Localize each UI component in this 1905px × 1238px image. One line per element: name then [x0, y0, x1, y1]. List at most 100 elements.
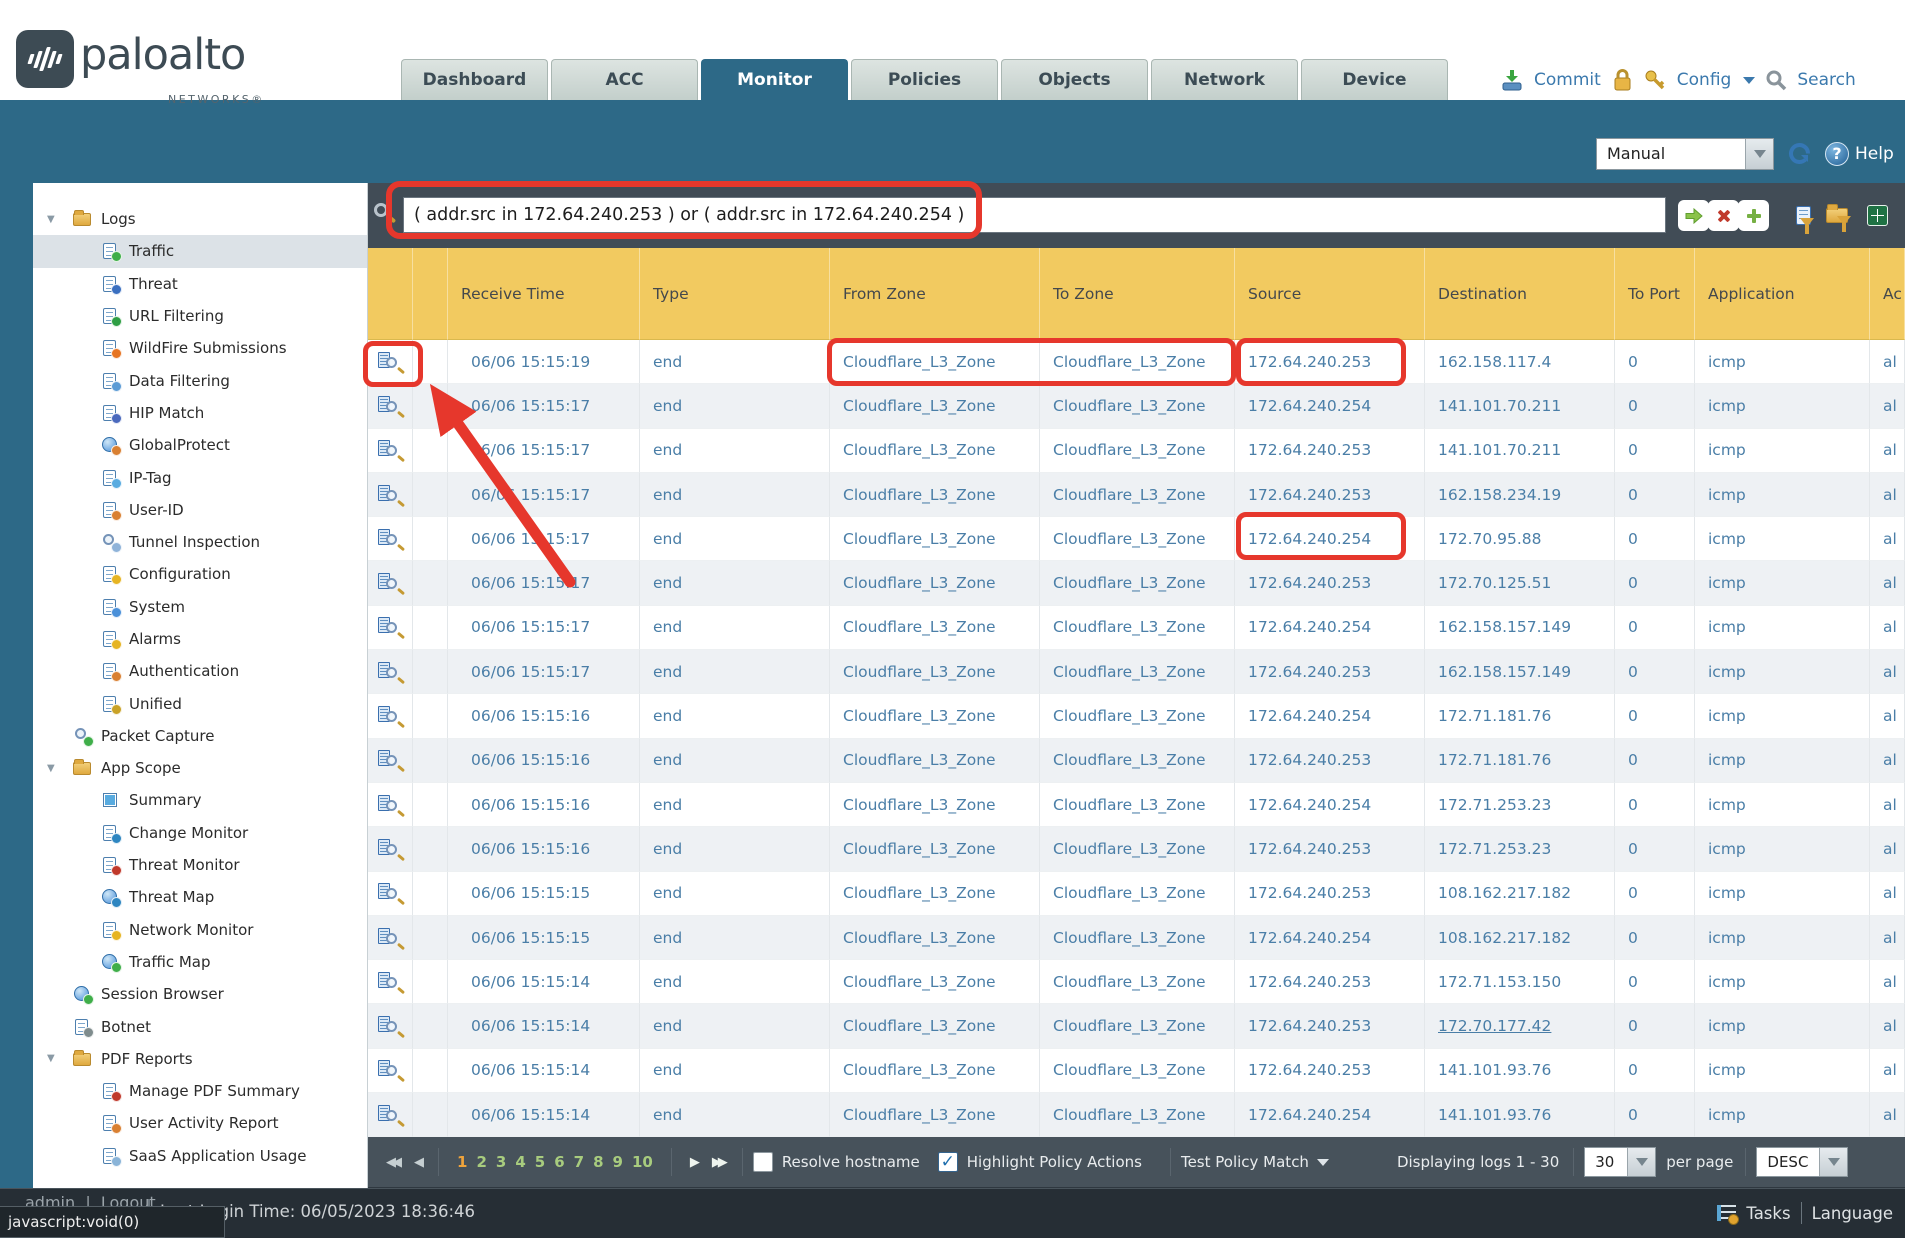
log-detail-cell[interactable]	[368, 606, 413, 650]
tab-monitor[interactable]: Monitor	[701, 59, 848, 100]
tab-objects[interactable]: Objects	[1001, 59, 1148, 100]
help-button[interactable]: ? Help	[1825, 142, 1894, 166]
cell-to_zone[interactable]: Cloudflare_L3_Zone	[1040, 1093, 1235, 1137]
page-7[interactable]: 7	[574, 1153, 584, 1171]
cell-application[interactable]: icmp	[1695, 827, 1870, 871]
cell-receive_time[interactable]: 06/06 15:15:14	[448, 960, 640, 1004]
cell-from_zone[interactable]: Cloudflare_L3_Zone	[830, 739, 1040, 783]
sidebar-item-change-monitor[interactable]: Change Monitor	[33, 817, 367, 849]
cell-from_zone[interactable]: Cloudflare_L3_Zone	[830, 1049, 1040, 1093]
sidebar-item-logs[interactable]: ▼Logs	[33, 203, 367, 235]
cell-to_port[interactable]: 0	[1615, 1049, 1695, 1093]
cell-action[interactable]: al	[1870, 694, 1905, 738]
log-detail-cell[interactable]	[368, 384, 413, 428]
cell-receive_time[interactable]: 06/06 15:15:17	[448, 517, 640, 561]
cell-destination[interactable]: 162.158.117.4	[1425, 340, 1615, 384]
cell-to_zone[interactable]: Cloudflare_L3_Zone	[1040, 340, 1235, 384]
cell-receive_time[interactable]: 06/06 15:15:19	[448, 340, 640, 384]
cell-action[interactable]: al	[1870, 783, 1905, 827]
log-detail-cell[interactable]	[368, 429, 413, 473]
tab-policies[interactable]: Policies	[851, 59, 998, 100]
expand-arrow-icon[interactable]: ▼	[47, 763, 55, 774]
cell-type[interactable]: end	[640, 827, 830, 871]
page-8[interactable]: 8	[593, 1153, 603, 1171]
sidebar-item-unified[interactable]: Unified	[33, 687, 367, 719]
cell-to_port[interactable]: 0	[1615, 960, 1695, 1004]
cell-from_zone[interactable]: Cloudflare_L3_Zone	[830, 473, 1040, 517]
sidebar-item-wildfire-submissions[interactable]: WildFire Submissions	[33, 332, 367, 364]
cell-destination[interactable]: 172.71.253.23	[1425, 783, 1615, 827]
tab-network[interactable]: Network	[1151, 59, 1298, 100]
export-csv-button[interactable]	[1860, 199, 1894, 231]
cell-to_zone[interactable]: Cloudflare_L3_Zone	[1040, 517, 1235, 561]
cell-receive_time[interactable]: 06/06 15:15:16	[448, 827, 640, 871]
cell-to_port[interactable]: 0	[1615, 694, 1695, 738]
page-6[interactable]: 6	[554, 1153, 564, 1171]
expand-arrow-icon[interactable]: ▼	[47, 214, 55, 225]
cell-type[interactable]: end	[640, 739, 830, 783]
filter-query-input[interactable]	[403, 197, 1666, 233]
cell-destination[interactable]: 141.101.93.76	[1425, 1093, 1615, 1137]
cell-source[interactable]: 172.64.240.253	[1235, 872, 1425, 916]
cell-action[interactable]: al	[1870, 517, 1905, 561]
log-detail-magnifier-icon[interactable]	[378, 485, 402, 505]
cell-from_zone[interactable]: Cloudflare_L3_Zone	[830, 606, 1040, 650]
tab-dashboard[interactable]: Dashboard	[401, 59, 548, 100]
cell-type[interactable]: end	[640, 1093, 830, 1137]
cell-destination[interactable]: 141.101.70.211	[1425, 384, 1615, 428]
cell-type[interactable]: end	[640, 429, 830, 473]
log-detail-magnifier-icon[interactable]	[378, 883, 402, 903]
cell-action[interactable]: al	[1870, 960, 1905, 1004]
cell-action[interactable]: al	[1870, 340, 1905, 384]
cell-destination[interactable]: 172.71.181.76	[1425, 739, 1615, 783]
cell-action[interactable]: al	[1870, 739, 1905, 783]
log-detail-cell[interactable]	[368, 561, 413, 605]
cell-application[interactable]: icmp	[1695, 916, 1870, 960]
config-button[interactable]: Config	[1677, 70, 1732, 90]
cell-application[interactable]: icmp	[1695, 650, 1870, 694]
page-2[interactable]: 2	[476, 1153, 486, 1171]
cell-destination[interactable]: 162.158.157.149	[1425, 606, 1615, 650]
cell-to_port[interactable]: 0	[1615, 340, 1695, 384]
page-9[interactable]: 9	[613, 1153, 623, 1171]
column-header-type[interactable]: Type	[640, 248, 830, 340]
cell-destination[interactable]: 162.158.234.19	[1425, 473, 1615, 517]
sidebar-item-globalprotect[interactable]: GlobalProtect	[33, 429, 367, 461]
cell-application[interactable]: icmp	[1695, 340, 1870, 384]
log-detail-cell[interactable]	[368, 340, 413, 384]
cell-destination[interactable]: 172.70.125.51	[1425, 561, 1615, 605]
cell-application[interactable]: icmp	[1695, 1004, 1870, 1048]
cell-source[interactable]: 172.64.240.254	[1235, 606, 1425, 650]
sidebar-item-network-monitor[interactable]: Network Monitor	[33, 914, 367, 946]
cell-receive_time[interactable]: 06/06 15:15:17	[448, 429, 640, 473]
log-detail-magnifier-icon[interactable]	[378, 839, 402, 859]
page-1[interactable]: 1	[457, 1153, 467, 1171]
cell-to_zone[interactable]: Cloudflare_L3_Zone	[1040, 827, 1235, 871]
cell-application[interactable]: icmp	[1695, 694, 1870, 738]
log-detail-cell[interactable]	[368, 739, 413, 783]
cell-action[interactable]: al	[1870, 606, 1905, 650]
cell-application[interactable]: icmp	[1695, 783, 1870, 827]
cell-from_zone[interactable]: Cloudflare_L3_Zone	[830, 694, 1040, 738]
cell-receive_time[interactable]: 06/06 15:15:15	[448, 872, 640, 916]
sidebar-item-threat-map[interactable]: Threat Map	[33, 881, 367, 913]
cell-to_zone[interactable]: Cloudflare_L3_Zone	[1040, 1049, 1235, 1093]
log-detail-cell[interactable]	[368, 1004, 413, 1048]
cell-to_port[interactable]: 0	[1615, 429, 1695, 473]
sidebar-item-tunnel-inspection[interactable]: Tunnel Inspection	[33, 526, 367, 558]
sort-order-dropdown-button[interactable]	[1819, 1148, 1847, 1176]
cell-to_port[interactable]: 0	[1615, 739, 1695, 783]
cell-receive_time[interactable]: 06/06 15:15:14	[448, 1093, 640, 1137]
cell-type[interactable]: end	[640, 1049, 830, 1093]
cell-from_zone[interactable]: Cloudflare_L3_Zone	[830, 429, 1040, 473]
cell-destination[interactable]: 172.71.253.23	[1425, 827, 1615, 871]
cell-application[interactable]: icmp	[1695, 960, 1870, 1004]
refresh-interval-dropdown-button[interactable]	[1745, 139, 1773, 169]
cell-receive_time[interactable]: 06/06 15:15:16	[448, 783, 640, 827]
cell-receive_time[interactable]: 06/06 15:15:17	[448, 473, 640, 517]
log-detail-magnifier-icon[interactable]	[378, 1105, 402, 1125]
column-header-to_zone[interactable]: To Zone	[1040, 248, 1235, 340]
cell-type[interactable]: end	[640, 783, 830, 827]
cell-receive_time[interactable]: 06/06 15:15:14	[448, 1049, 640, 1093]
cell-to_port[interactable]: 0	[1615, 517, 1695, 561]
